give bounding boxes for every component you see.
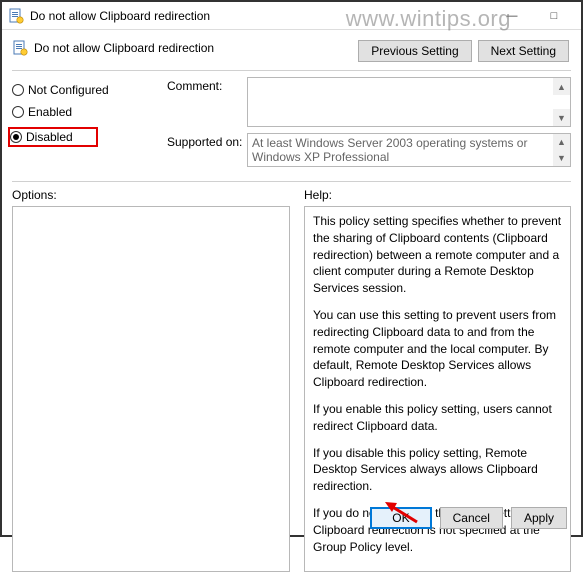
highlight-box: Disabled [8, 127, 98, 147]
maximize-button[interactable]: □ [533, 3, 575, 29]
scrollbar[interactable]: ▲ ▼ [553, 78, 570, 126]
window-title: Do not allow Clipboard redirection [30, 9, 491, 23]
radio-label: Disabled [26, 130, 73, 144]
options-label: Options: [12, 188, 290, 202]
help-text: If you enable this policy setting, users… [313, 401, 562, 435]
apply-button[interactable]: Apply [511, 507, 567, 529]
separator [12, 70, 571, 71]
scroll-down-icon[interactable]: ▼ [553, 150, 570, 166]
separator [12, 181, 571, 182]
dialog-buttons: OK Cancel Apply [370, 507, 567, 529]
help-text: This policy setting specifies whether to… [313, 213, 562, 297]
minimize-button[interactable]: — [491, 3, 533, 29]
comment-textarea[interactable]: ▲ ▼ [247, 77, 571, 127]
radio-not-configured[interactable]: Not Configured [12, 83, 167, 97]
policy-heading: Do not allow Clipboard redirection [34, 41, 214, 55]
scroll-up-icon[interactable]: ▲ [553, 78, 570, 95]
help-label: Help: [304, 188, 571, 202]
radio-icon [10, 131, 22, 143]
cancel-button[interactable]: Cancel [440, 507, 503, 529]
supported-label: Supported on: [167, 133, 247, 167]
scroll-down-icon[interactable]: ▼ [553, 109, 570, 126]
help-text: If you disable this policy setting, Remo… [313, 445, 562, 495]
supported-textarea: At least Windows Server 2003 operating s… [247, 133, 571, 167]
supported-value: At least Windows Server 2003 operating s… [252, 136, 527, 164]
radio-icon [12, 84, 24, 96]
policy-icon [8, 8, 24, 24]
previous-setting-button[interactable]: Previous Setting [358, 40, 471, 62]
radio-disabled[interactable]: Disabled [10, 130, 92, 144]
options-panel [12, 206, 290, 572]
scroll-up-icon[interactable]: ▲ [553, 134, 570, 150]
radio-enabled[interactable]: Enabled [12, 105, 167, 119]
scrollbar[interactable]: ▲ ▼ [553, 134, 570, 166]
policy-icon [12, 40, 28, 56]
radio-icon [12, 106, 24, 118]
radio-label: Enabled [28, 105, 72, 119]
titlebar: Do not allow Clipboard redirection — □ [2, 2, 581, 30]
comment-label: Comment: [167, 77, 247, 127]
help-text: You can use this setting to prevent user… [313, 307, 562, 391]
radio-label: Not Configured [28, 83, 109, 97]
ok-button[interactable]: OK [370, 507, 431, 529]
next-setting-button[interactable]: Next Setting [478, 40, 569, 62]
